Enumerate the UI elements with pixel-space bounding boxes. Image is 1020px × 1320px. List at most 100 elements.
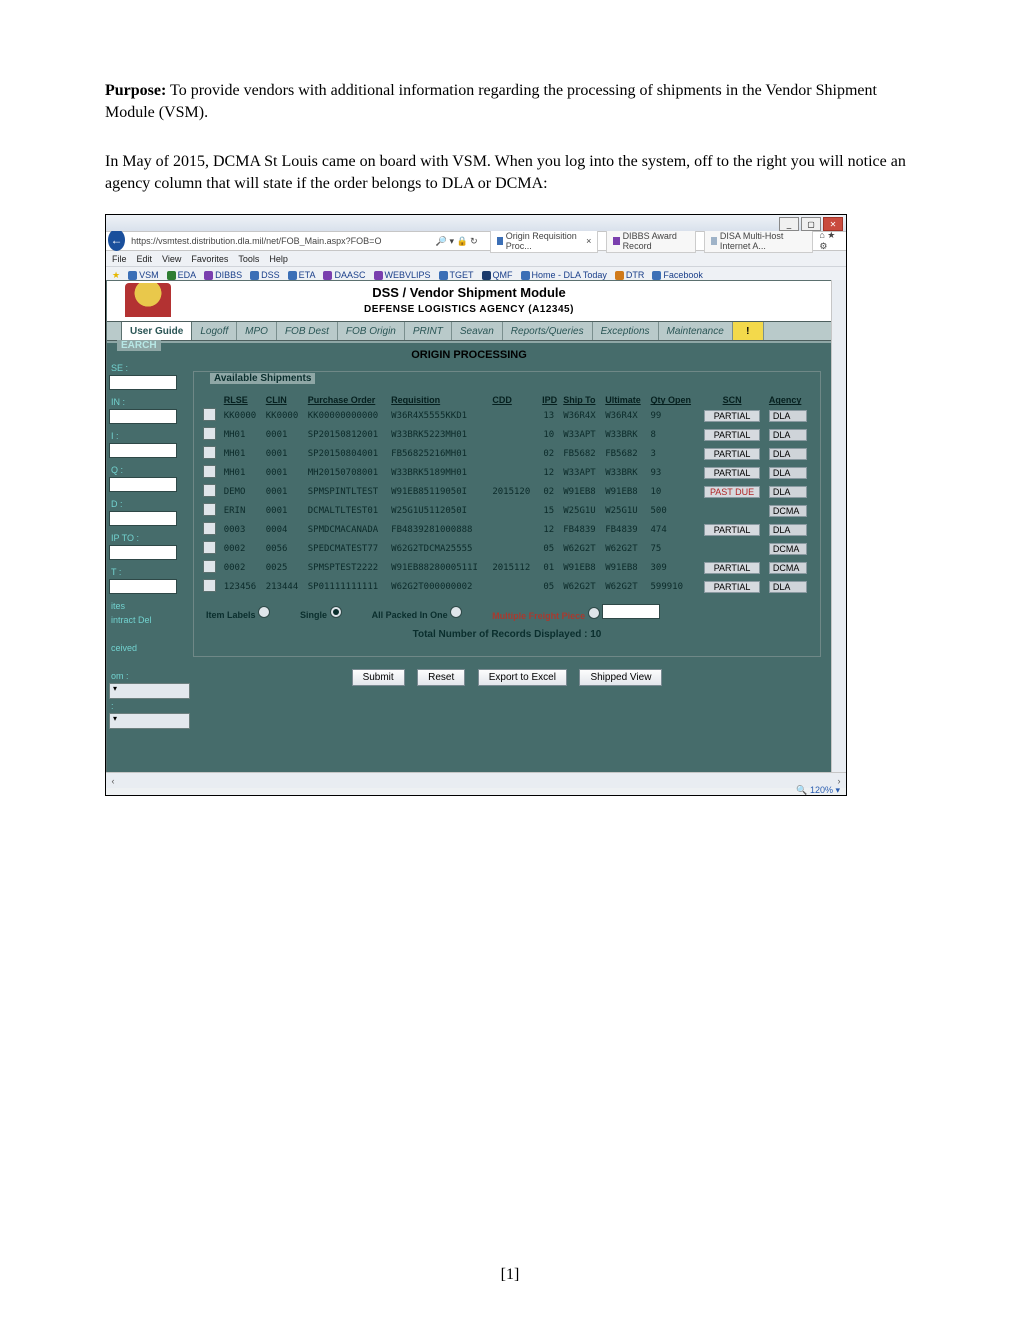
browser-toolbar-icons[interactable]: ⌂ ★ ⚙ xyxy=(813,230,846,252)
fav-tget[interactable]: TGET xyxy=(439,270,474,280)
tab-exceptions[interactable]: Exceptions xyxy=(593,322,659,340)
menu-view[interactable]: View xyxy=(162,254,181,264)
purpose-text: To provide vendors with additional infor… xyxy=(105,82,877,121)
fav-dlatoday[interactable]: Home - DLA Today xyxy=(521,270,607,280)
content-panel: Available Shipments RLSE CLIN Purchase O… xyxy=(193,371,821,696)
tab-fob-origin[interactable]: FOB Origin xyxy=(338,322,405,340)
tab-fob-dest[interactable]: FOB Dest xyxy=(277,322,338,340)
col-po[interactable]: Purchase Order xyxy=(305,394,388,406)
tab-mpo[interactable]: MPO xyxy=(237,322,277,340)
side-select-om[interactable]: ▾ xyxy=(109,683,190,699)
side-label: I : xyxy=(107,429,189,443)
tab-reports[interactable]: Reports/Queries xyxy=(503,322,593,340)
col-clin[interactable]: CLIN xyxy=(263,394,305,406)
back-button[interactable]: ← xyxy=(108,229,125,251)
fav-dss[interactable]: DSS xyxy=(250,270,280,280)
side-input-se[interactable] xyxy=(109,375,177,390)
table-header-row: RLSE CLIN Purchase Order Requisition CDD… xyxy=(200,394,814,406)
zoom-indicator[interactable]: 🔍 120% ▾ xyxy=(796,785,840,796)
col-req[interactable]: Requisition xyxy=(388,394,489,406)
browser-tab-dibbs[interactable]: DIBBS Award Record xyxy=(606,229,695,253)
menu-favorites[interactable]: Favorites xyxy=(191,254,228,264)
reset-button[interactable]: Reset xyxy=(417,669,465,686)
radio-single[interactable] xyxy=(330,606,342,618)
col-ultimate[interactable]: Ultimate xyxy=(602,394,647,406)
browser-tab-origin[interactable]: Origin Requisition Proc...× xyxy=(490,229,599,253)
close-button[interactable]: ✕ xyxy=(823,217,843,231)
side-input-ipto[interactable] xyxy=(109,545,177,560)
col-ipd[interactable]: IPD xyxy=(537,394,560,406)
agency-badge: DLA xyxy=(769,448,807,460)
radio-multiple-freight[interactable] xyxy=(588,607,600,619)
vertical-scrollbar[interactable] xyxy=(831,280,846,773)
fav-webvlips[interactable]: WEBVLIPS xyxy=(374,270,431,280)
scn-badge: PAST DUE xyxy=(704,486,760,498)
fav-eta[interactable]: ETA xyxy=(288,270,316,280)
row-checkbox[interactable] xyxy=(203,427,216,440)
side-input-q[interactable] xyxy=(109,477,177,492)
col-scn[interactable]: SCN xyxy=(698,394,766,406)
menu-file[interactable]: File xyxy=(112,254,127,264)
row-checkbox[interactable] xyxy=(203,446,216,459)
row-checkbox[interactable] xyxy=(203,560,216,573)
multi-freight-input[interactable] xyxy=(602,604,660,619)
col-qtyopen[interactable]: Qty Open xyxy=(648,394,699,406)
side-select-2[interactable]: ▾ xyxy=(109,713,190,729)
menu-edit[interactable]: Edit xyxy=(137,254,153,264)
tab-user-guide[interactable]: User Guide xyxy=(121,321,192,340)
app-viewport: DSS / Vendor Shipment Module DEFENSE LOG… xyxy=(106,280,832,773)
side-input-d[interactable] xyxy=(109,511,177,526)
fav-qmf[interactable]: QMF xyxy=(482,270,513,280)
tab-seavan[interactable]: Seavan xyxy=(452,322,503,340)
fav-dibbs[interactable]: DIBBS xyxy=(204,270,242,280)
row-checkbox[interactable] xyxy=(203,465,216,478)
row-checkbox[interactable] xyxy=(203,408,216,421)
url-field[interactable]: https://vsmtest.distribution.dla.mil/net… xyxy=(131,236,431,246)
fav-facebook[interactable]: Facebook xyxy=(652,270,703,280)
row-checkbox[interactable] xyxy=(203,503,216,516)
row-checkbox[interactable] xyxy=(203,484,216,497)
tab-label-2: DIBBS Award Record xyxy=(623,231,689,251)
export-excel-button[interactable]: Export to Excel xyxy=(478,669,567,686)
table-row: ERIN0001DCMALTLTEST01W25G1U5112050I15W25… xyxy=(200,501,814,520)
side-input-in[interactable] xyxy=(109,409,177,424)
side-input-t[interactable] xyxy=(109,579,177,594)
maximize-button[interactable]: ▢ xyxy=(801,217,821,231)
col-rlse[interactable]: RLSE xyxy=(221,394,263,406)
radio-all-packed[interactable] xyxy=(450,606,462,618)
scn-badge: PARTIAL xyxy=(704,562,760,574)
side-input-i[interactable] xyxy=(109,443,177,458)
tab-print[interactable]: PRINT xyxy=(405,322,452,340)
col-cdd[interactable]: CDD xyxy=(489,394,537,406)
side-label: ites xyxy=(107,599,189,613)
app-subtitle: DEFENSE LOGISTICS AGENCY (A12345) xyxy=(107,304,831,315)
col-shipto[interactable]: Ship To xyxy=(560,394,602,406)
window-titlebar: _ ▢ ✕ xyxy=(106,215,846,231)
favorites-star-icon[interactable]: ★ xyxy=(112,270,120,281)
col-agency[interactable]: Agency xyxy=(766,394,814,406)
ie-menu-bar: File Edit View Favorites Tools Help xyxy=(106,251,846,267)
menu-tools[interactable]: Tools xyxy=(238,254,259,264)
submit-button[interactable]: Submit xyxy=(352,669,405,686)
fav-eda[interactable]: EDA xyxy=(167,270,197,280)
horizontal-scrollbar[interactable]: ‹ › xyxy=(106,772,846,788)
row-checkbox[interactable] xyxy=(203,541,216,554)
tab-maintenance[interactable]: Maintenance xyxy=(659,322,733,340)
fav-dtr[interactable]: DTR xyxy=(615,270,645,280)
minimize-button[interactable]: _ xyxy=(779,217,799,231)
menu-help[interactable]: Help xyxy=(269,254,288,264)
search-refresh-icons[interactable]: 🔎 ▾ 🔒 ↻ xyxy=(431,236,482,247)
tab-logoff[interactable]: Logoff xyxy=(192,322,237,340)
radio-item-labels[interactable] xyxy=(258,606,270,618)
fav-vsm[interactable]: VSM xyxy=(128,270,159,280)
dla-logo xyxy=(125,283,171,317)
row-checkbox[interactable] xyxy=(203,522,216,535)
scroll-left-arrow[interactable]: ‹ xyxy=(106,774,120,788)
side-label: om : xyxy=(107,669,189,683)
tab-alert-icon[interactable]: ! xyxy=(733,322,764,340)
browser-tab-disa[interactable]: DISA Multi-Host Internet A... xyxy=(704,229,814,253)
row-checkbox[interactable] xyxy=(203,579,216,592)
fav-daasc[interactable]: DAASC xyxy=(323,270,365,280)
shipped-view-button[interactable]: Shipped View xyxy=(579,669,662,686)
opt-single-label: Single xyxy=(300,610,327,620)
